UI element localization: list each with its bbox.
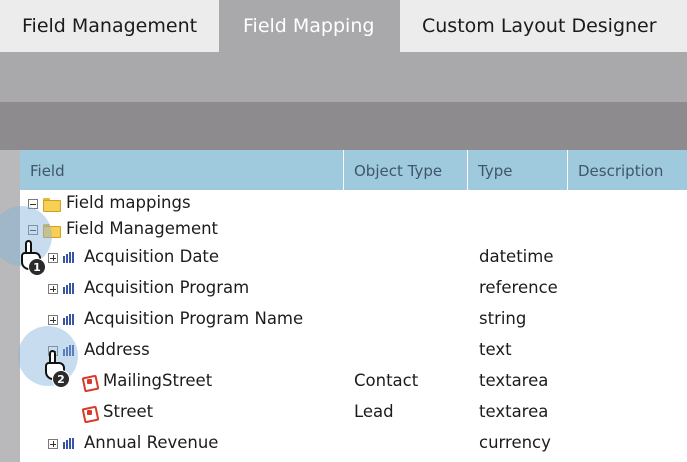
tree-row[interactable]: MailingStreet Contact textarea [20, 366, 687, 396]
tree-node: Annual Revenue [48, 428, 218, 458]
step-badge: 2 [52, 370, 70, 388]
tree-row[interactable]: Annual Revenue currency [20, 428, 687, 458]
tree-node: Street [82, 397, 153, 427]
field-name: MailingStreet [103, 371, 213, 390]
column-header-type[interactable]: Type [468, 150, 568, 190]
field-type: textarea [479, 402, 549, 421]
salesforce-field-icon [82, 405, 97, 420]
expand-toggle-icon[interactable] [48, 314, 58, 325]
column-header-object-type[interactable]: Object Type [344, 150, 468, 190]
tree-row[interactable]: Street Lead textarea [20, 397, 687, 427]
column-header-description[interactable]: Description [568, 150, 687, 190]
tree-node: Acquisition Date [48, 242, 219, 272]
field-name: Acquisition Program [84, 278, 250, 297]
field-type: currency [479, 433, 551, 452]
field-type: text [479, 340, 512, 359]
tree-row[interactable]: Address text [20, 335, 687, 365]
bar-field-icon [63, 283, 75, 294]
expand-toggle-icon[interactable] [48, 283, 58, 294]
tab-field-mapping[interactable]: Field Mapping [219, 0, 400, 52]
field-name: Address [84, 340, 150, 359]
tree-row[interactable]: Field mappings [20, 190, 687, 216]
folder-icon [43, 197, 61, 212]
tree-node: Field Management [28, 216, 218, 242]
bar-field-icon [63, 438, 75, 449]
field-type: reference [479, 278, 558, 297]
tab-field-management[interactable]: Field Management [0, 0, 219, 52]
field-name: Acquisition Date [84, 247, 220, 266]
tree-node: Field mappings [28, 190, 191, 216]
tree-row[interactable]: Acquisition Date datetime [20, 242, 687, 272]
object-type: Contact [354, 371, 419, 390]
field-name: Street [103, 402, 154, 421]
column-header-field[interactable]: Field [20, 150, 344, 190]
tree-row[interactable]: Acquisition Program Name string [20, 304, 687, 334]
expand-toggle-icon[interactable] [48, 438, 58, 449]
expand-toggle-icon[interactable] [48, 252, 58, 263]
tree-node: Acquisition Program Name [48, 304, 303, 334]
bar-field-icon [63, 252, 75, 263]
step-badge: 1 [28, 258, 46, 276]
tree-node-label: Field mappings [66, 193, 191, 212]
toolbar-area [0, 52, 687, 102]
toolbar-area-secondary [0, 102, 687, 150]
field-name: Annual Revenue [84, 433, 219, 452]
field-name: Acquisition Program Name [84, 309, 304, 328]
tab-bar: Field Management Field Mapping Custom La… [0, 0, 687, 52]
tab-custom-layout-designer[interactable]: Custom Layout Designer [400, 0, 687, 52]
tree-node: MailingStreet [82, 366, 212, 396]
bar-field-icon [63, 314, 75, 325]
object-type: Lead [354, 402, 394, 421]
salesforce-field-icon [82, 374, 97, 389]
tree-row[interactable]: Field Management [20, 216, 687, 242]
grid-gutter [0, 150, 20, 462]
tree-row[interactable]: Acquisition Program reference [20, 273, 687, 303]
field-type: textarea [479, 371, 549, 390]
tree-node: Acquisition Program [48, 273, 249, 303]
field-type: datetime [479, 247, 554, 266]
tree-node-label: Field Management [66, 219, 219, 238]
grid-header: Field Object Type Type Description [20, 150, 687, 190]
field-type: string [479, 309, 527, 328]
field-grid: Field Object Type Type Description Field… [0, 150, 687, 462]
